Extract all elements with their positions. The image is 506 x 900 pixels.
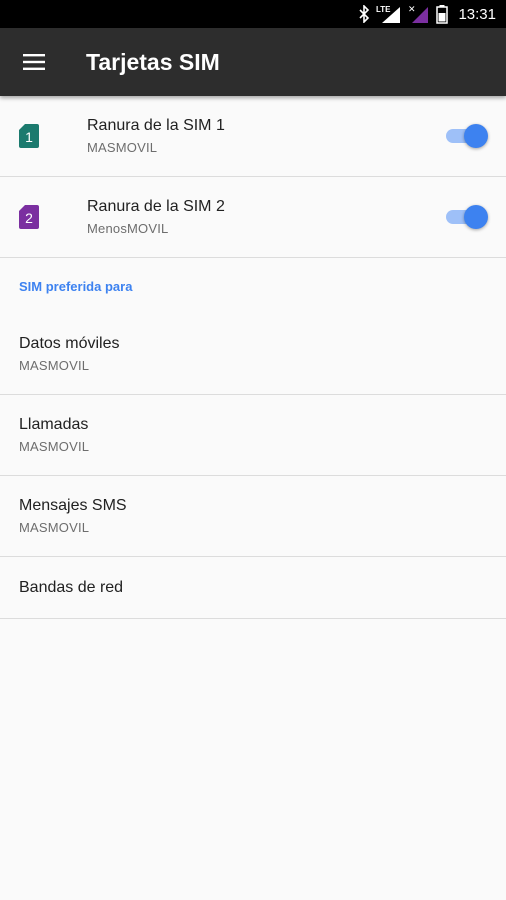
pref-item-label: Mensajes SMS: [19, 497, 127, 514]
pref-item-label: Bandas de red: [19, 578, 124, 596]
sim-slot-2-toggle[interactable]: [444, 204, 488, 230]
pref-item-network-bands[interactable]: Bandas de red: [0, 557, 506, 619]
pref-item-mobile-data[interactable]: Datos móviles MASMOVIL: [0, 314, 506, 395]
sim-slot-1-toggle[interactable]: [444, 123, 488, 149]
sim-slot-1-carrier: MASMOVIL: [87, 140, 158, 155]
pref-item-value: MASMOVIL: [19, 439, 90, 454]
sim-card-2-icon: 2: [19, 205, 39, 229]
sim-card-1-icon: 1: [19, 124, 39, 148]
settings-list: 1 Ranura de la SIM 1 MASMOVIL 2 Ranura d…: [0, 96, 506, 619]
clock: 13:31: [458, 5, 496, 23]
status-bar: LTE ✕ 13:31: [0, 0, 506, 28]
svg-text:✕: ✕: [408, 4, 416, 14]
sim-slot-2[interactable]: 2 Ranura de la SIM 2 MenosMOVIL: [0, 177, 506, 258]
sim2-signal-icon: ✕: [408, 4, 430, 24]
sim-slot-2-label: Ranura de la SIM 2: [87, 198, 225, 215]
hamburger-menu-icon: [23, 54, 45, 70]
bluetooth-icon: [358, 4, 370, 24]
pref-item-label: Datos móviles: [19, 335, 120, 352]
sim-badge-2: 2: [25, 210, 33, 226]
section-header-preferred: SIM preferida para: [19, 278, 133, 294]
app-bar: Tarjetas SIM: [0, 28, 506, 96]
pref-item-calls[interactable]: Llamadas MASMOVIL: [0, 395, 506, 476]
lte-signal-icon: LTE: [376, 4, 402, 24]
page-title: Tarjetas SIM: [86, 48, 220, 75]
pref-item-label: Llamadas: [19, 416, 89, 433]
pref-item-sms[interactable]: Mensajes SMS MASMOVIL: [0, 476, 506, 557]
battery-icon: [436, 4, 449, 24]
network-type-label: LTE: [376, 5, 391, 14]
sim-slot-2-carrier: MenosMOVIL: [87, 221, 169, 236]
pref-item-value: MASMOVIL: [19, 358, 90, 373]
sim-slot-1-label: Ranura de la SIM 1: [87, 117, 225, 134]
pref-item-value: MASMOVIL: [19, 520, 90, 535]
sim-badge-1: 1: [25, 129, 33, 145]
sim-slot-1[interactable]: 1 Ranura de la SIM 1 MASMOVIL: [0, 96, 506, 177]
menu-button[interactable]: [0, 28, 68, 96]
